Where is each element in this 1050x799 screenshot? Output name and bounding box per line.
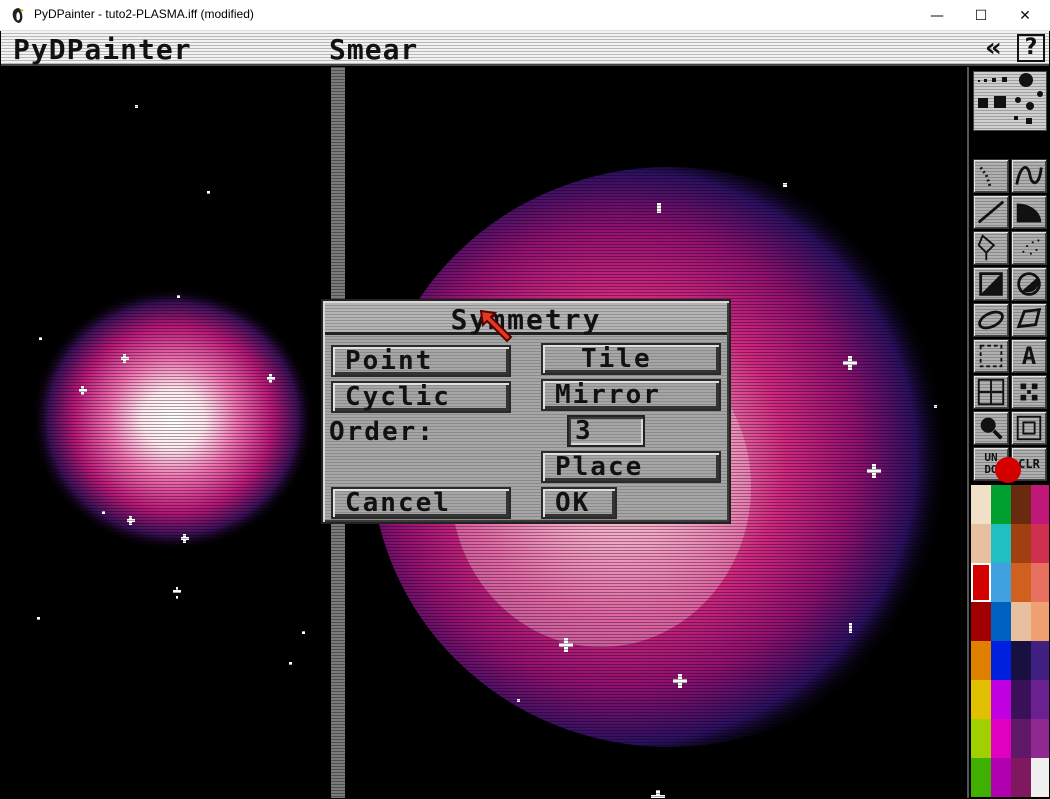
app-area: PyDPainter Smear « ? Symmetry Point Tile… [1,31,1049,798]
collapse-menu-icon[interactable]: « [985,33,1002,63]
palette-swatch[interactable] [1031,563,1049,602]
palette-swatch[interactable] [971,758,991,797]
palette-swatch[interactable] [971,485,991,524]
place-button[interactable]: Place [541,451,721,483]
palette-swatch[interactable] [1031,485,1049,524]
tool-rectangle[interactable] [973,267,1009,301]
order-label: Order: [329,417,435,447]
minimize-icon: — [930,7,944,24]
symmetry-icon [1020,383,1038,401]
brush-select-icon [979,344,1003,368]
palette-swatch[interactable] [971,524,991,563]
palette-swatch[interactable] [971,641,991,680]
palette-swatch[interactable] [1011,563,1031,602]
tool-circle[interactable] [1011,267,1047,301]
zoom-icon [1016,415,1042,441]
clear-icon: CLR [1018,457,1040,471]
tool-brush-select[interactable] [973,339,1009,373]
palette-swatch[interactable] [1011,719,1031,758]
tile-button[interactable]: Tile [541,343,721,375]
dotted-freehand-icon [979,166,992,187]
tool-arc[interactable] [1011,195,1047,229]
minimize-button[interactable]: — [914,0,960,31]
tool-grid[interactable] [973,375,1009,409]
palette-swatch[interactable] [1011,641,1031,680]
mirror-button[interactable]: Mirror [541,379,721,411]
tool-magnify[interactable] [973,411,1009,445]
mouse-pointer-icon [479,309,513,343]
dialog-titlebar[interactable]: Symmetry [325,303,727,336]
maximize-icon: ☐ [974,7,988,24]
menu-mode-label[interactable]: Smear [329,33,418,66]
line-icon [977,200,1005,224]
menu-app-name[interactable]: PyDPainter [13,33,192,66]
window-title: PyDPainter - tuto2-PLASMA.iff (modified) [34,7,254,21]
palette-swatch[interactable] [991,485,1011,524]
dialog-title: Symmetry [450,303,602,336]
ok-button[interactable]: OK [541,487,617,519]
airbrush-icon [1022,239,1040,255]
palette-swatch[interactable] [991,680,1011,719]
palette-swatch[interactable] [971,602,991,641]
palette-swatch[interactable] [1011,602,1031,641]
tool-polygon[interactable] [1011,303,1047,337]
cyclic-button[interactable]: Cyclic [331,381,511,413]
palette-swatch[interactable] [1011,758,1031,797]
palette-swatch[interactable] [1031,602,1049,641]
foreground-color-indicator[interactable] [995,457,1021,483]
symmetry-dialog: Symmetry Point Tile Cyclic Mirror Order:… [321,299,731,524]
palette-swatch[interactable] [991,641,1011,680]
palette-swatch[interactable] [991,563,1011,602]
cancel-button[interactable]: Cancel [331,487,511,519]
help-button[interactable]: ? [1017,34,1045,62]
tool-curve[interactable] [1011,159,1047,193]
palette-swatch[interactable] [1031,758,1049,797]
palette-swatch[interactable] [1031,719,1049,758]
curve-icon [1015,166,1043,185]
palette-swatch[interactable] [1031,680,1049,719]
tool-airbrush[interactable] [1011,231,1047,265]
palette-swatch[interactable] [971,563,991,602]
ellipse-icon [978,310,1004,330]
point-button[interactable]: Point [331,345,511,377]
palette-swatch[interactable] [991,758,1011,797]
tool-dotted-freehand[interactable] [973,159,1009,193]
fill-icon [977,234,996,261]
palette-swatch[interactable] [991,524,1011,563]
order-input[interactable]: 3 [567,415,645,447]
palette-swatch[interactable] [1011,680,1031,719]
magnify-icon [980,417,1003,440]
close-button[interactable]: ✕ [1002,0,1048,31]
palette-swatch[interactable] [1011,485,1031,524]
close-icon: ✕ [1019,7,1031,24]
window-titlebar: PyDPainter - tuto2-PLASMA.iff (modified)… [0,0,1050,31]
tool-ellipse[interactable] [973,303,1009,337]
palette-swatch[interactable] [971,719,991,758]
color-palette [971,485,1049,798]
tool-line[interactable] [973,195,1009,229]
rectangle-icon [979,272,1003,296]
tool-zoom[interactable] [1011,411,1047,445]
menu-bar: PyDPainter Smear « ? [1,31,1049,66]
palette-swatch[interactable] [1031,641,1049,680]
palette-swatch[interactable] [971,680,991,719]
circle-icon [1017,272,1041,296]
tool-symmetry[interactable] [1011,375,1047,409]
palette-swatch[interactable] [1031,524,1049,563]
brush-size-icon [978,73,1043,124]
palette-swatch[interactable] [991,602,1011,641]
polygon-icon [1016,307,1042,329]
tool-text[interactable]: A [1011,339,1047,373]
toolbox-panel: A UN DO CLR [967,67,1049,798]
tool-fill[interactable] [973,231,1009,265]
brush-sizes[interactable] [973,71,1047,131]
text-icon: A [1021,342,1037,370]
app-logo-icon [12,8,24,23]
arc-icon [1016,203,1042,223]
palette-swatch[interactable] [1011,524,1031,563]
palette-swatch[interactable] [991,719,1011,758]
maximize-button[interactable]: ☐ [958,0,1004,31]
grid-icon [977,378,1005,406]
